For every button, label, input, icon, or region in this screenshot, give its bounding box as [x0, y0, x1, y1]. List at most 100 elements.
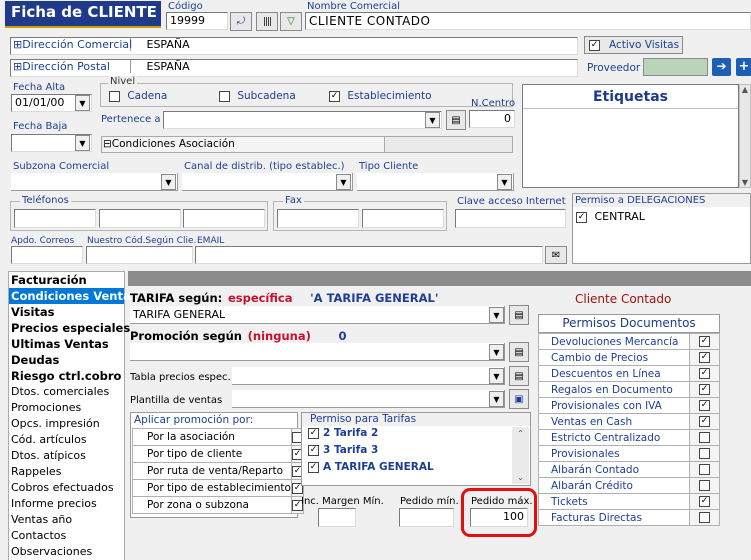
tarifa-dropdown[interactable]: ▼	[489, 307, 504, 323]
tarifa-permiso-checkbox[interactable]: ✓	[308, 461, 319, 473]
fax-1-field[interactable]	[277, 209, 359, 228]
promocion-field[interactable]	[130, 343, 505, 361]
pertenece-dropdown[interactable]: ▼	[425, 112, 440, 128]
nav-item[interactable]: Dtos. atípicos	[9, 448, 124, 464]
nuestro-cod-field[interactable]	[86, 246, 193, 264]
pedido-min-field[interactable]	[399, 508, 454, 527]
apdo-correos-field[interactable]	[11, 246, 83, 264]
clave-acceso-field[interactable]	[455, 209, 566, 228]
fecha-alta-label: Fecha Alta	[13, 82, 66, 93]
nav-item[interactable]: Visitas	[9, 304, 124, 320]
direccion-comercial-field[interactable]: ⊞Dirección Comercial ESPAÑA	[10, 37, 578, 55]
permiso-documento-checkbox[interactable]	[699, 512, 710, 523]
delegacion-central[interactable]: ✓ CENTRAL	[573, 207, 750, 223]
activo-visitas-button[interactable]: ✓ Activo Visitas	[584, 36, 683, 54]
permiso-documento-checkbox[interactable]	[699, 448, 710, 459]
tarifa-field[interactable]: TARIFA GENERAL	[130, 306, 505, 324]
nivel-subcadena[interactable]: Subcadena	[219, 90, 296, 102]
subcadena-checkbox[interactable]	[219, 90, 230, 102]
pertenece-notes-button[interactable]: ▤	[446, 110, 466, 130]
tarifa-notes-button[interactable]: ▤	[509, 305, 529, 325]
nav-item[interactable]: Precios especiales	[9, 320, 130, 336]
telefono-1-field[interactable]	[14, 209, 96, 228]
direccion-comercial-label[interactable]: ⊞Dirección Comercial	[11, 38, 132, 51]
proveedor-field[interactable]	[643, 58, 708, 76]
permiso-documento-checkbox[interactable]	[699, 480, 710, 491]
refresh-button[interactable]: ⤾	[230, 12, 252, 31]
tarifa-permiso-item[interactable]: ✓ 2 Tarifa 2	[308, 427, 530, 443]
filter-button[interactable]: ▽	[280, 12, 302, 31]
nav-item[interactable]: Ultimas Ventas	[9, 336, 124, 352]
fecha-baja-dropdown[interactable]: ▼	[75, 135, 90, 151]
nav-item[interactable]: Promociones	[9, 400, 124, 416]
inc-margen-field[interactable]	[318, 508, 356, 527]
canal-field[interactable]	[182, 173, 353, 191]
proveedor-add-button[interactable]: +	[736, 58, 751, 76]
permiso-documento-checkbox[interactable]: ✓	[699, 336, 710, 347]
permiso-documento-checkbox[interactable]	[699, 432, 710, 443]
nav-item[interactable]: Dtos. comerciales	[9, 384, 124, 400]
pertenece-field[interactable]	[163, 111, 442, 129]
codigo-field[interactable]: 19999	[166, 12, 228, 30]
tabla-precios-notes-button[interactable]: ▤	[509, 366, 529, 386]
tipo-cliente-field[interactable]	[357, 173, 514, 191]
plantilla-field[interactable]	[232, 390, 505, 408]
email-send-button[interactable]: ✉	[545, 246, 567, 264]
nombre-comercial-field[interactable]: CLIENTE CONTADO	[305, 12, 751, 30]
telefono-3-field[interactable]	[183, 209, 265, 228]
etiquetas-scrollbar[interactable]: ▲ ▼	[739, 84, 751, 188]
permiso-documento-checkbox[interactable]: ✓	[699, 384, 710, 395]
subzona-field[interactable]	[11, 173, 178, 191]
tarifa-permiso-checkbox[interactable]: ✓	[308, 444, 319, 456]
direccion-postal-field[interactable]: ⊞Dirección Postal ESPAÑA	[10, 59, 578, 77]
proveedor-go-button[interactable]: ➔	[712, 58, 731, 76]
nav-item[interactable]: Deudas	[9, 352, 124, 368]
nivel-establecimiento[interactable]: ✓ Establecimiento	[329, 90, 432, 102]
permiso-documento-checkbox[interactable]: ✓	[699, 352, 710, 363]
establecimiento-checkbox[interactable]: ✓	[329, 90, 340, 102]
direccion-postal-label[interactable]: ⊞Dirección Postal	[11, 60, 131, 73]
etiquetas-panel[interactable]: Etiquetas	[522, 84, 739, 188]
fecha-alta-dropdown[interactable]: ▼	[75, 95, 90, 111]
tarifa-permiso-checkbox[interactable]: ✓	[308, 427, 319, 439]
subzona-dropdown[interactable]: ▼	[161, 174, 176, 190]
plantilla-dropdown[interactable]: ▼	[489, 391, 504, 407]
tarifa-permiso-item[interactable]: ✓ A TARIFA GENERAL	[308, 461, 530, 477]
nav-item[interactable]: Informe precios	[9, 496, 124, 512]
tabla-precios-field[interactable]	[232, 367, 505, 385]
nav-item[interactable]: Cód. artículos	[9, 432, 124, 448]
permiso-documento-checkbox[interactable]: ✓	[699, 416, 710, 427]
email-field[interactable]	[195, 246, 543, 264]
promocion-dropdown[interactable]: ▼	[489, 344, 504, 360]
permiso-tarifas-scrollbar[interactable]: ⌃ ⌄	[512, 427, 529, 484]
telefono-2-field[interactable]	[99, 209, 181, 228]
permiso-documento-checkbox[interactable]	[699, 464, 710, 475]
tarifa-permiso-item[interactable]: ✓ 3 Tarifa 3	[308, 444, 530, 460]
activo-visitas-checkbox[interactable]: ✓	[589, 39, 600, 51]
condiciones-asociacion[interactable]: ⊟Condiciones Asociación	[101, 136, 513, 153]
permiso-documento-checkbox[interactable]: ✓	[699, 400, 710, 411]
tabla-precios-dropdown[interactable]: ▼	[489, 368, 504, 384]
plantilla-save-button[interactable]: ▣	[509, 389, 529, 409]
fax-2-field[interactable]	[362, 209, 444, 228]
nav-item[interactable]: Rappeles	[9, 464, 124, 480]
promocion-notes-button[interactable]: ▤	[509, 342, 529, 362]
barcode-button[interactable]: ||||	[256, 12, 278, 31]
nav-item[interactable]: Facturación	[9, 272, 124, 288]
canal-dropdown[interactable]: ▼	[336, 174, 351, 190]
central-checkbox[interactable]: ✓	[576, 211, 587, 223]
nav-item[interactable]: Opcs. impresión	[9, 416, 124, 432]
nav-item[interactable]: Observaciones	[9, 544, 124, 560]
envelope-icon: ✉	[551, 249, 561, 261]
nav-item[interactable]: Cobros efectuados	[9, 480, 124, 496]
ncentro-field[interactable]: 0	[469, 110, 515, 128]
permiso-documento-checkbox[interactable]: ✓	[699, 496, 710, 507]
nav-item[interactable]: Ventas año	[9, 512, 124, 528]
cadena-checkbox[interactable]	[109, 90, 120, 102]
permiso-documento-checkbox[interactable]: ✓	[699, 368, 710, 379]
nav-item[interactable]: Riesgo ctrl.cobro	[9, 368, 124, 384]
nav-item[interactable]: Contactos	[9, 528, 124, 544]
tipo-cliente-dropdown[interactable]: ▼	[497, 174, 512, 190]
nav-item[interactable]: Condiciones Venta	[9, 288, 131, 304]
nivel-cadena[interactable]: Cadena	[109, 90, 167, 102]
